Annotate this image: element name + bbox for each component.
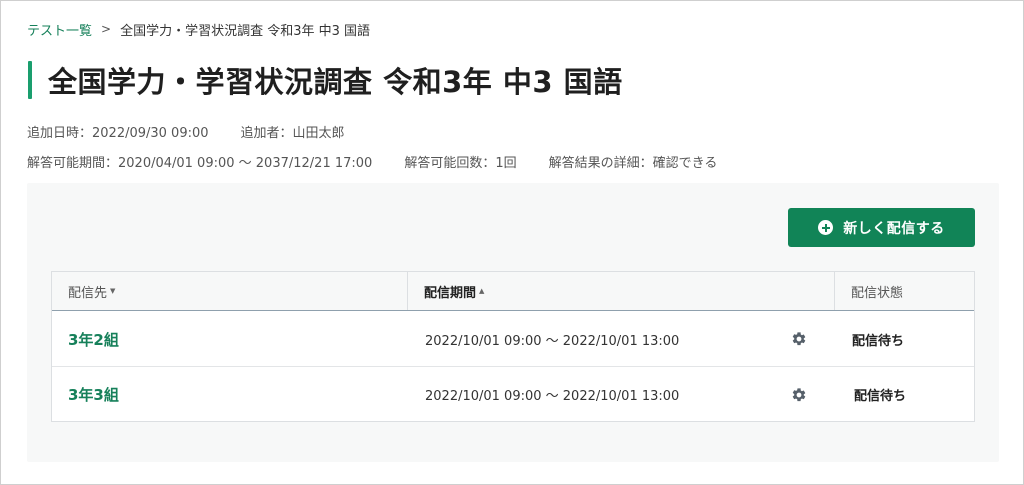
answer-period: 解答可能期間：2020/04/01 09:00 〜 2037/12/21 17:… <box>27 156 373 171</box>
page-frame: テスト一覧 > 全国学力・学習状況調査 令和3年 中3 国語 全国学力・学習状況… <box>0 0 1024 485</box>
added-datetime: 追加日時：2022/09/30 09:00 <box>27 126 209 141</box>
answer-count: 解答可能回数：1回 <box>404 156 517 171</box>
title-accent-bar <box>28 61 32 99</box>
column-header-target[interactable]: 配信先 ▼ <box>52 272 408 310</box>
row-status: 配信待ち <box>852 333 905 349</box>
row-status: 配信待ち <box>854 389 907 404</box>
distribution-panel: 新しく配信する 配信先 ▼ 配信期間 ▲ 配信状態 3年2組 2022/10/0… <box>27 183 999 462</box>
new-distribution-label: 新しく配信する <box>843 220 945 237</box>
page-title: 全国学力・学習状況調査 令和3年 中3 国語 <box>48 65 623 99</box>
meta-line-answer: 解答可能期間：2020/04/01 09:00 〜 2037/12/21 17:… <box>27 152 717 171</box>
added-by: 追加者：山田太郎 <box>240 126 345 141</box>
row-target-link[interactable]: 3年3組 <box>68 384 119 405</box>
column-header-status: 配信状態 <box>835 272 974 310</box>
column-period-label: 配信期間 <box>424 285 477 301</box>
column-status-label: 配信状態 <box>851 285 904 301</box>
table-header: 配信先 ▼ 配信期間 ▲ 配信状態 <box>52 272 974 311</box>
row-target-link[interactable]: 3年2組 <box>68 329 119 350</box>
gear-icon[interactable] <box>791 387 807 403</box>
page-title-block: 全国学力・学習状況調査 令和3年 中3 国語 <box>28 60 623 100</box>
row-period: 2022/10/01 09:00 〜 2022/10/01 13:00 <box>425 389 680 404</box>
column-target-label: 配信先 <box>68 285 108 301</box>
plus-circle-icon <box>818 220 834 235</box>
sort-asc-icon: ▲ <box>479 287 485 295</box>
breadcrumb-test-list-link[interactable]: テスト一覧 <box>27 20 92 39</box>
meta-line-added: 追加日時：2022/09/30 09:00 追加者：山田太郎 <box>27 122 345 141</box>
gear-icon[interactable] <box>791 331 807 347</box>
table-row: 3年3組 2022/10/01 09:00 〜 2022/10/01 13:00… <box>52 367 974 422</box>
column-header-period[interactable]: 配信期間 ▲ <box>408 272 835 310</box>
new-distribution-button[interactable]: 新しく配信する <box>788 208 975 247</box>
row-period: 2022/10/01 09:00 〜 2022/10/01 13:00 <box>425 333 680 349</box>
breadcrumb: テスト一覧 > 全国学力・学習状況調査 令和3年 中3 国語 <box>27 20 371 39</box>
result-detail: 解答結果の詳細：確認できる <box>548 156 718 171</box>
breadcrumb-separator: > <box>101 22 112 36</box>
breadcrumb-current: 全国学力・学習状況調査 令和3年 中3 国語 <box>120 23 371 39</box>
sort-desc-icon: ▼ <box>110 287 116 295</box>
table-row: 3年2組 2022/10/01 09:00 〜 2022/10/01 13:00… <box>52 312 974 367</box>
distribution-table: 配信先 ▼ 配信期間 ▲ 配信状態 3年2組 2022/10/01 09:00 … <box>51 271 975 422</box>
